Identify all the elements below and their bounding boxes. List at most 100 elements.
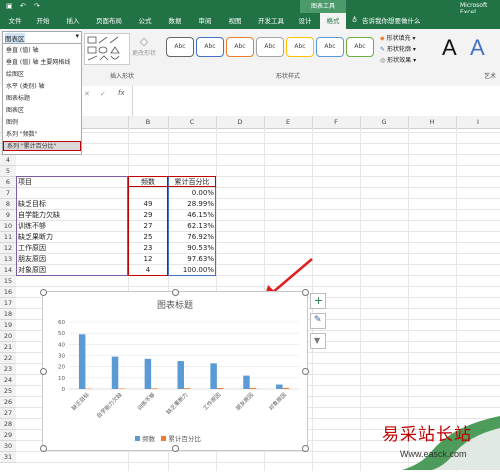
dropdown-item[interactable]: 系列 "频数" [3,130,81,140]
tab-data[interactable]: 数据 [162,13,188,29]
row-header[interactable]: 22 [0,353,16,364]
watermark-url: Www.easck.com [400,449,467,459]
row-header[interactable]: 20 [0,331,16,342]
dropdown-item[interactable]: 图表区 [3,106,81,116]
row-header[interactable]: 11 [0,232,16,243]
shapes-gallery[interactable] [84,33,130,65]
resize-handle[interactable] [172,289,179,296]
dropdown-item-selected[interactable]: 系列 "累计百分比" [3,141,81,151]
bar [145,359,152,389]
column-header[interactable]: F [312,116,361,128]
tab-home[interactable]: 开始 [30,13,56,29]
tab-review[interactable]: 审阅 [192,13,218,29]
row-header[interactable]: 23 [0,364,16,375]
column-header[interactable]: I [456,116,500,128]
chart-area[interactable]: 图表标题 0102030405060缺乏目标自学能力欠缺训练不够缺乏果断力工作原… [42,291,308,451]
row-header[interactable]: 4 [0,155,16,166]
shape-fill-button[interactable]: ◆ 形状填充 ▾ [380,33,416,44]
shapes-icons [85,34,129,64]
save-icon[interactable]: ▣ [6,2,13,10]
row-header[interactable]: 21 [0,342,16,353]
row-header[interactable]: 24 [0,375,16,386]
shape-effects-button[interactable]: ◎ 形状效果 ▾ [380,55,416,66]
wordart-style-1[interactable]: A [442,35,457,61]
shape-outline-button[interactable]: ✎ 形状轮廓 ▾ [380,44,416,55]
row-header[interactable]: 12 [0,243,16,254]
name-box[interactable]: 图表区 ▾ [2,31,82,44]
shape-style-2[interactable]: Abc [196,37,224,57]
dropdown-item[interactable]: 垂直 (值) 轴 [3,46,81,56]
resize-handle[interactable] [40,289,47,296]
y-tick-label: 0 [62,387,66,393]
resize-handle[interactable] [172,445,179,452]
shape-style-7[interactable]: Abc [346,37,374,57]
row-header[interactable]: 7 [0,188,16,199]
tab-file[interactable]: 文件 [2,13,28,29]
tab-insert[interactable]: 插入 [60,13,86,29]
chart-filters-button[interactable]: ▼ [310,333,326,349]
chart-legend[interactable]: 频数 累计百分比 [135,433,245,443]
tab-developer[interactable]: 开发工具 [252,13,290,29]
row-header[interactable]: 8 [0,199,16,210]
tab-page-layout[interactable]: 页面布局 [90,13,128,29]
dropdown-item[interactable]: 图例 [3,118,81,128]
column-header[interactable]: G [360,116,409,128]
chart-elements-button[interactable]: + [310,293,326,309]
column-header[interactable]: B [128,116,169,128]
row-header[interactable]: 15 [0,276,16,287]
shape-style-3[interactable]: Abc [226,37,254,57]
row-header[interactable]: 6 [0,177,16,188]
undo-icon[interactable]: ↶ [20,2,26,10]
row-header[interactable]: 30 [0,441,16,452]
row-header[interactable]: 28 [0,419,16,430]
dropdown-item[interactable]: 垂直 (值) 轴 主要网格线 [3,58,81,68]
resize-handle[interactable] [302,289,309,296]
tell-me-search[interactable]: 告诉我你想要做什么 [362,13,442,29]
row-header[interactable]: 29 [0,430,16,441]
row-header[interactable]: 19 [0,320,16,331]
row-header[interactable]: 9 [0,210,16,221]
row-header[interactable]: 25 [0,386,16,397]
row-header[interactable]: 17 [0,298,16,309]
resize-handle[interactable] [40,445,47,452]
chevron-down-icon[interactable]: ▾ [75,32,79,40]
tab-view[interactable]: 视图 [222,13,248,29]
wordart-style-2[interactable]: A [470,35,485,61]
tab-formulas[interactable]: 公式 [132,13,158,29]
formula-input[interactable] [132,86,500,116]
resize-handle[interactable] [302,445,309,452]
cancel-icon[interactable]: ✕ [84,90,90,98]
ribbon-tabs: 文件 开始 插入 页面布局 公式 数据 审阅 视图 开发工具 设计 格式 ♁ 告… [0,13,500,29]
redo-icon[interactable]: ↷ [34,2,40,10]
column-header[interactable]: H [408,116,457,128]
row-header[interactable]: 31 [0,452,16,463]
resize-handle[interactable] [40,368,47,375]
row-header[interactable]: 26 [0,397,16,408]
enter-icon[interactable]: ✓ [100,90,106,98]
resize-handle[interactable] [302,368,309,375]
tab-design[interactable]: 设计 [292,13,318,29]
column-header[interactable]: C [168,116,217,128]
row-header[interactable]: 27 [0,408,16,419]
column-header[interactable]: D [216,116,265,128]
shape-style-5[interactable]: Abc [286,37,314,57]
change-shape-button[interactable]: ◇ 更改形状 [132,35,156,57]
fx-icon[interactable]: fx [118,89,125,97]
shape-style-1[interactable]: Abc [166,37,194,57]
chart-styles-button[interactable]: ✎ [310,313,326,329]
row-header[interactable]: 16 [0,287,16,298]
row-header[interactable]: 18 [0,309,16,320]
plot-area[interactable]: 0102030405060缺乏目标自学能力欠缺训练不够缺乏果断力工作原因朋友原因… [43,292,307,450]
row-header[interactable]: 14 [0,265,16,276]
tab-format[interactable]: 格式 [320,13,346,29]
dropdown-item[interactable]: 水平 (类别) 轴 [3,82,81,92]
column-header[interactable]: E [264,116,313,128]
shape-style-6[interactable]: Abc [316,37,344,57]
shape-style-4[interactable]: Abc [256,37,284,57]
dropdown-item[interactable]: 图表标题 [3,94,81,104]
row-gridline [16,143,500,144]
row-header[interactable]: 13 [0,254,16,265]
row-header[interactable]: 10 [0,221,16,232]
dropdown-item[interactable]: 绘图区 [3,70,81,80]
row-header[interactable]: 5 [0,166,16,177]
